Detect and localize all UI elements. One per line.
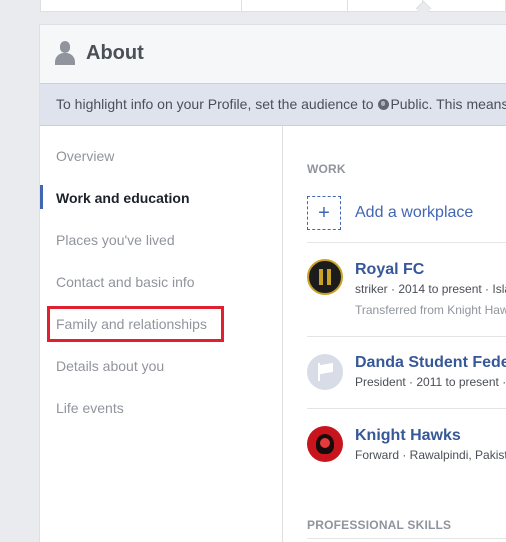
active-tab-caret: [415, 0, 432, 17]
audience-banner: To highlight info on your Profile, set t…: [40, 83, 506, 126]
divider: [307, 538, 506, 539]
workplace-details: striker · 2014 to present · Isla: [355, 282, 506, 296]
tab-divider: [241, 0, 242, 12]
about-title: About: [86, 42, 144, 64]
workplace-name[interactable]: Royal FC: [355, 261, 424, 279]
highlight-box: [47, 306, 224, 342]
profile-tabs-bar: [40, 0, 506, 17]
banner-text: To highlight info on your Profile, set t…: [56, 96, 378, 112]
divider: [307, 408, 506, 409]
nav-item-life-events[interactable]: Life events: [56, 400, 124, 416]
work-section-label: WORK: [307, 162, 346, 176]
workplace-name[interactable]: Danda Student Fede: [355, 354, 506, 372]
nav-item-places[interactable]: Places you've lived: [56, 232, 175, 248]
about-card: About To highlight info on your Profile,…: [39, 24, 506, 542]
workplace-details: President · 2011 to present ·: [355, 375, 506, 389]
about-header: About: [40, 25, 506, 83]
workplace-name[interactable]: Knight Hawks: [355, 427, 461, 445]
work-education-panel: WORK + Add a workplace Royal FC striker …: [283, 126, 506, 542]
nav-item-contact[interactable]: Contact and basic info: [56, 274, 195, 290]
nav-item-overview[interactable]: Overview: [56, 148, 114, 164]
flag-icon: [318, 362, 334, 381]
nav-item-work-education[interactable]: Work and education: [56, 190, 190, 206]
banner-audience[interactable]: Public: [390, 96, 428, 112]
globe-icon: [378, 99, 390, 110]
royal-fc-logo[interactable]: [307, 259, 343, 295]
active-indicator: [40, 185, 43, 209]
divider: [307, 242, 506, 243]
workplace-extra: Transferred from Knight Haw: [355, 303, 506, 317]
nav-item-details[interactable]: Details about you: [56, 358, 164, 374]
banner-text-end: . This means: [428, 96, 506, 112]
add-workplace-link[interactable]: Add a workplace: [355, 204, 473, 222]
workplace-details: Forward · Rawalpindi, Pakist: [355, 448, 506, 462]
about-nav: Overview Work and education Places you'v…: [40, 126, 283, 542]
skills-section-label: PROFESSIONAL SKILLS: [307, 518, 452, 532]
tab-divider: [347, 0, 348, 12]
person-icon: [54, 41, 76, 65]
add-workplace-icon[interactable]: +: [307, 196, 341, 230]
knight-hawks-logo[interactable]: [307, 426, 343, 462]
danda-logo[interactable]: [307, 354, 343, 390]
divider: [307, 336, 506, 337]
